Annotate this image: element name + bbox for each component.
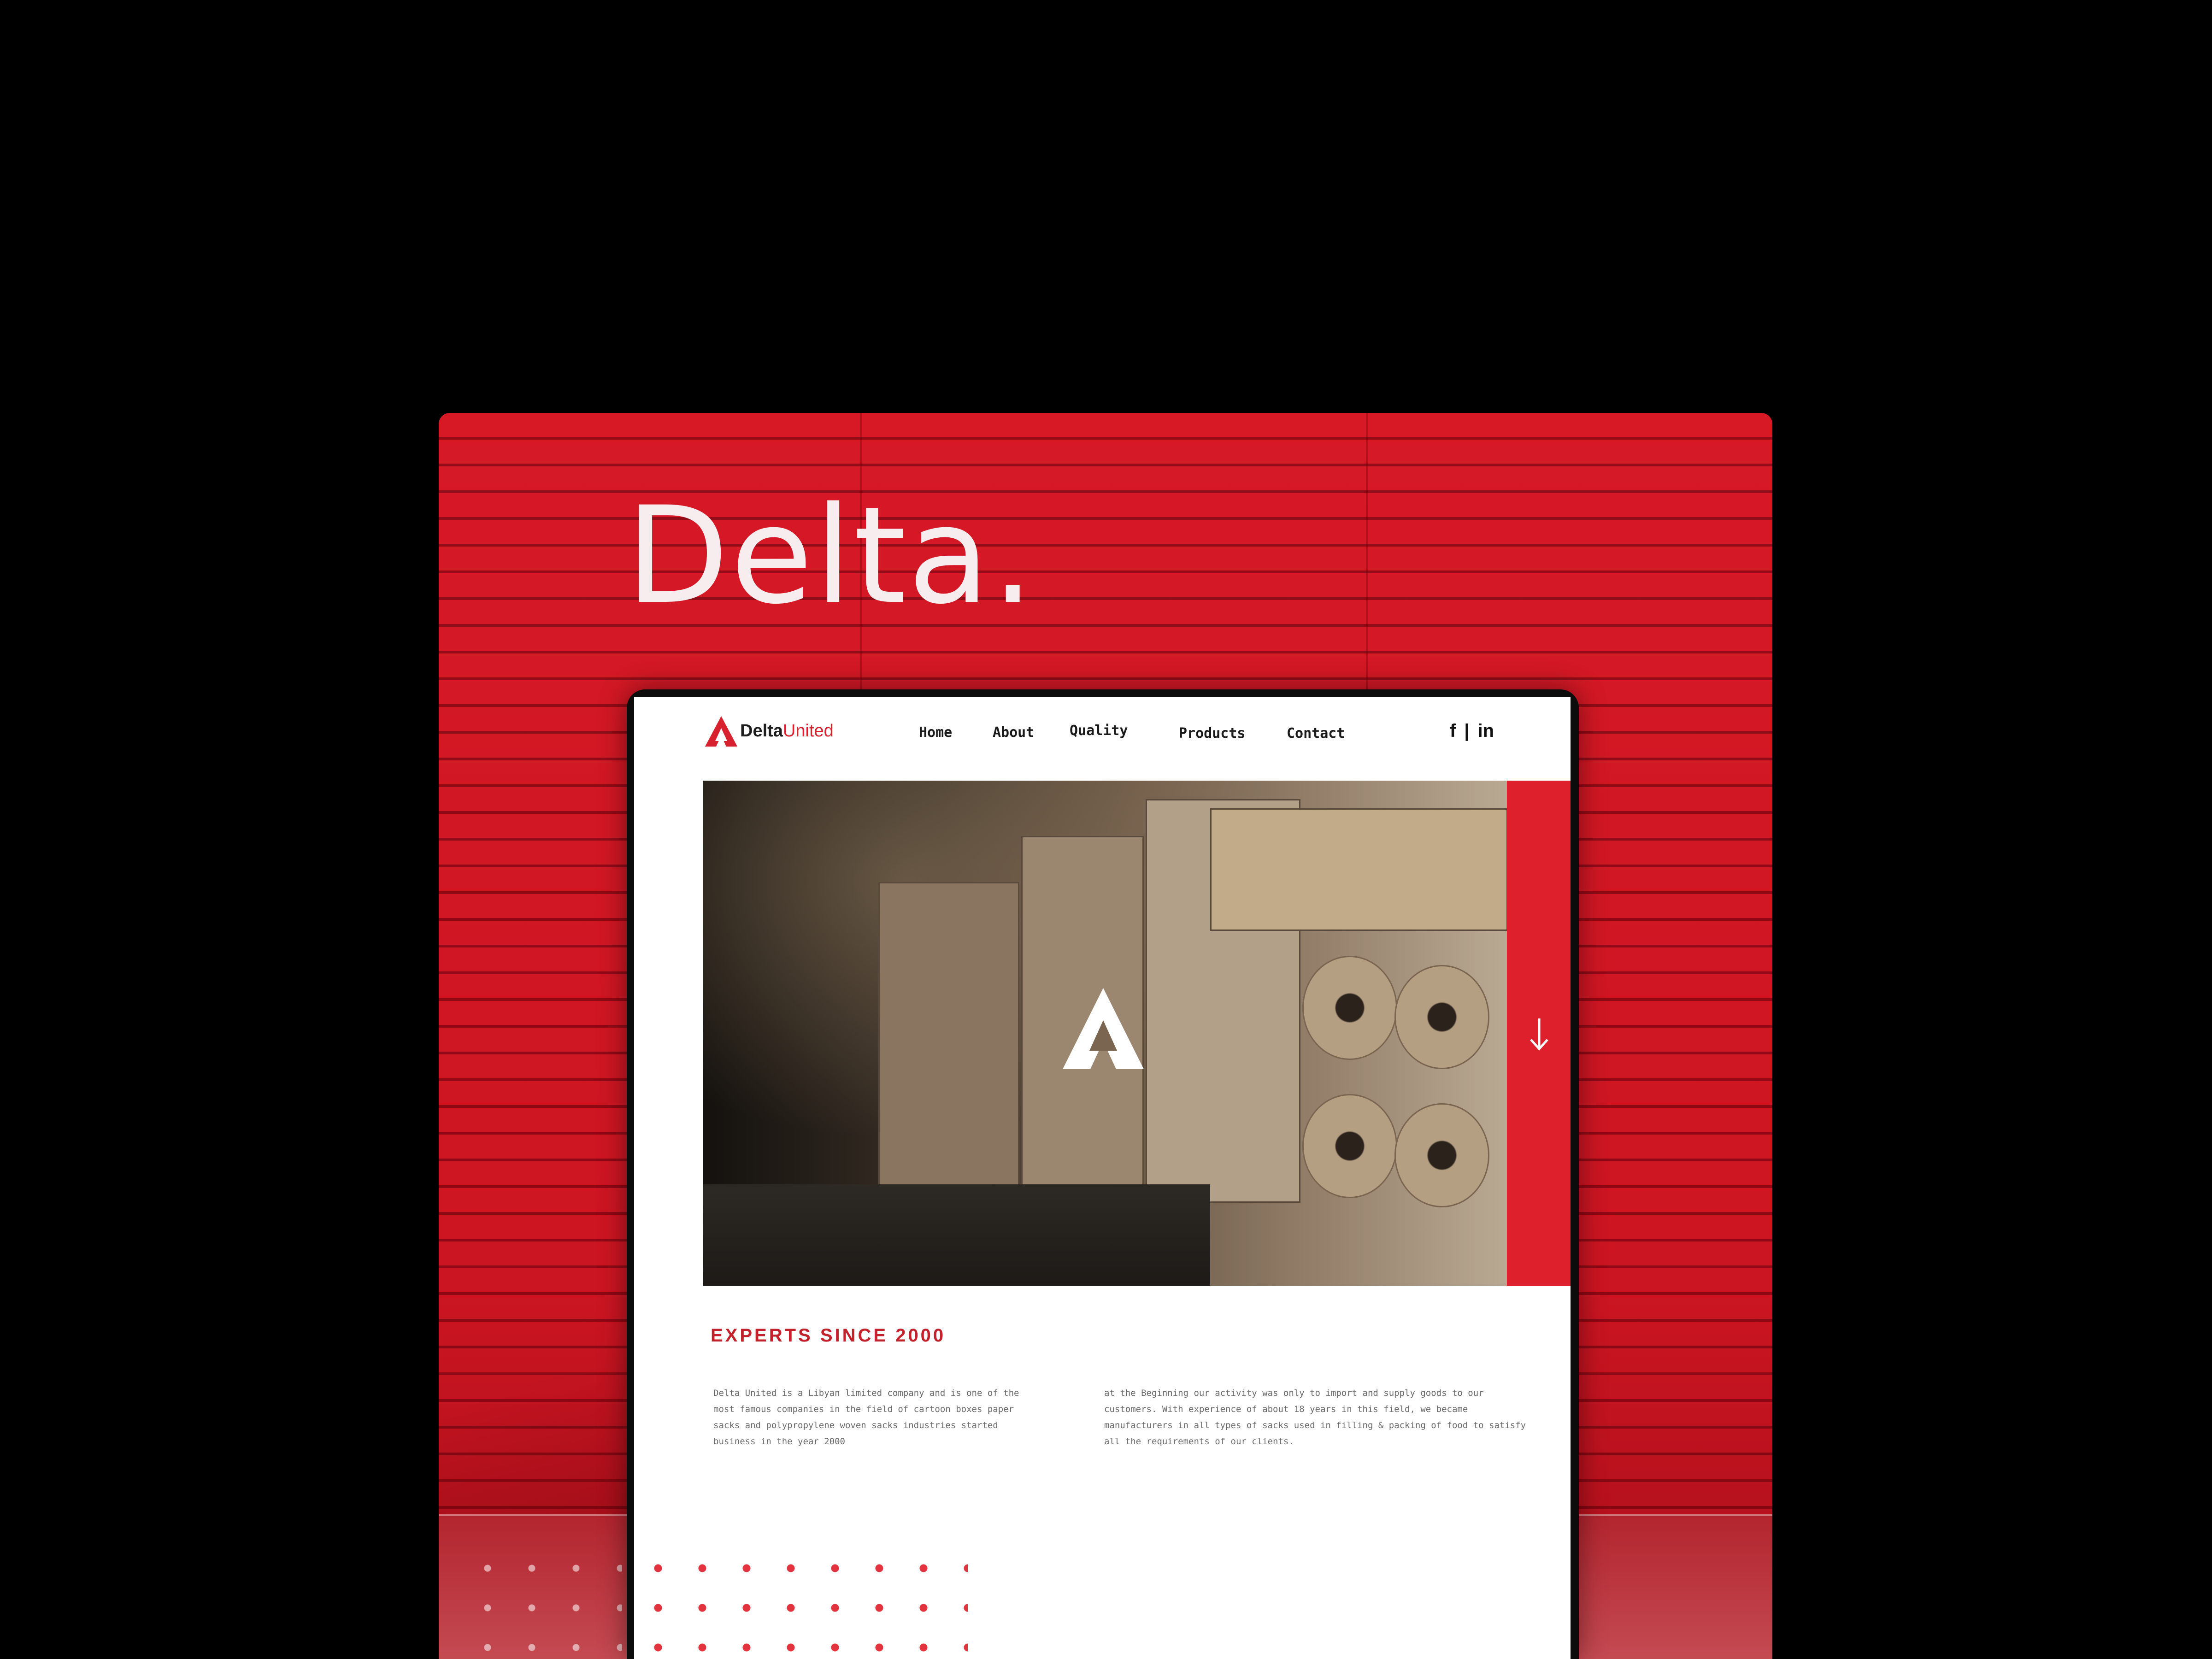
logo-text-united: United [782,721,834,741]
hero-image [703,781,1507,1286]
decorative-dots [465,1548,622,1659]
about-text-left: Delta United is a Libyan limited company… [713,1388,1019,1447]
warehouse-floor [703,1184,1210,1286]
website-screen: Delta United Home About Quality Products … [634,697,1571,1659]
paper-roll [1394,965,1489,1069]
linkedin-icon[interactable]: in [1478,721,1494,741]
delta-logo-icon [1063,988,1144,1069]
about-text-right: at the Beginning our activity was only t… [1104,1388,1526,1447]
nav-quality[interactable]: Quality [1070,723,1128,739]
decorative-dots [636,1548,968,1659]
paper-roll [1302,956,1397,1060]
pallet-stack [1210,808,1507,931]
nav-home[interactable]: Home [919,724,952,741]
nav-contact[interactable]: Contact [1287,725,1345,741]
facebook-icon[interactable]: f [1450,721,1456,741]
nav-products[interactable]: Products [1179,725,1246,741]
paper-roll [1302,1094,1397,1198]
social-separator: | [1464,721,1470,741]
paper-roll [1394,1103,1489,1207]
hero-side-bar [1507,781,1571,1286]
logo-text-delta: Delta [740,721,783,741]
about-title: EXPERTS SINCE 2000 [711,1325,946,1346]
arrow-down-icon[interactable] [1525,1016,1553,1053]
warehouse-stack [878,882,1019,1198]
social-links: f | in [1450,721,1502,741]
nav-about[interactable]: About [993,724,1034,741]
showcase-headline: Delta. [626,478,1036,634]
site-logo[interactable]: Delta United [704,714,834,747]
delta-logo-icon [705,716,737,747]
